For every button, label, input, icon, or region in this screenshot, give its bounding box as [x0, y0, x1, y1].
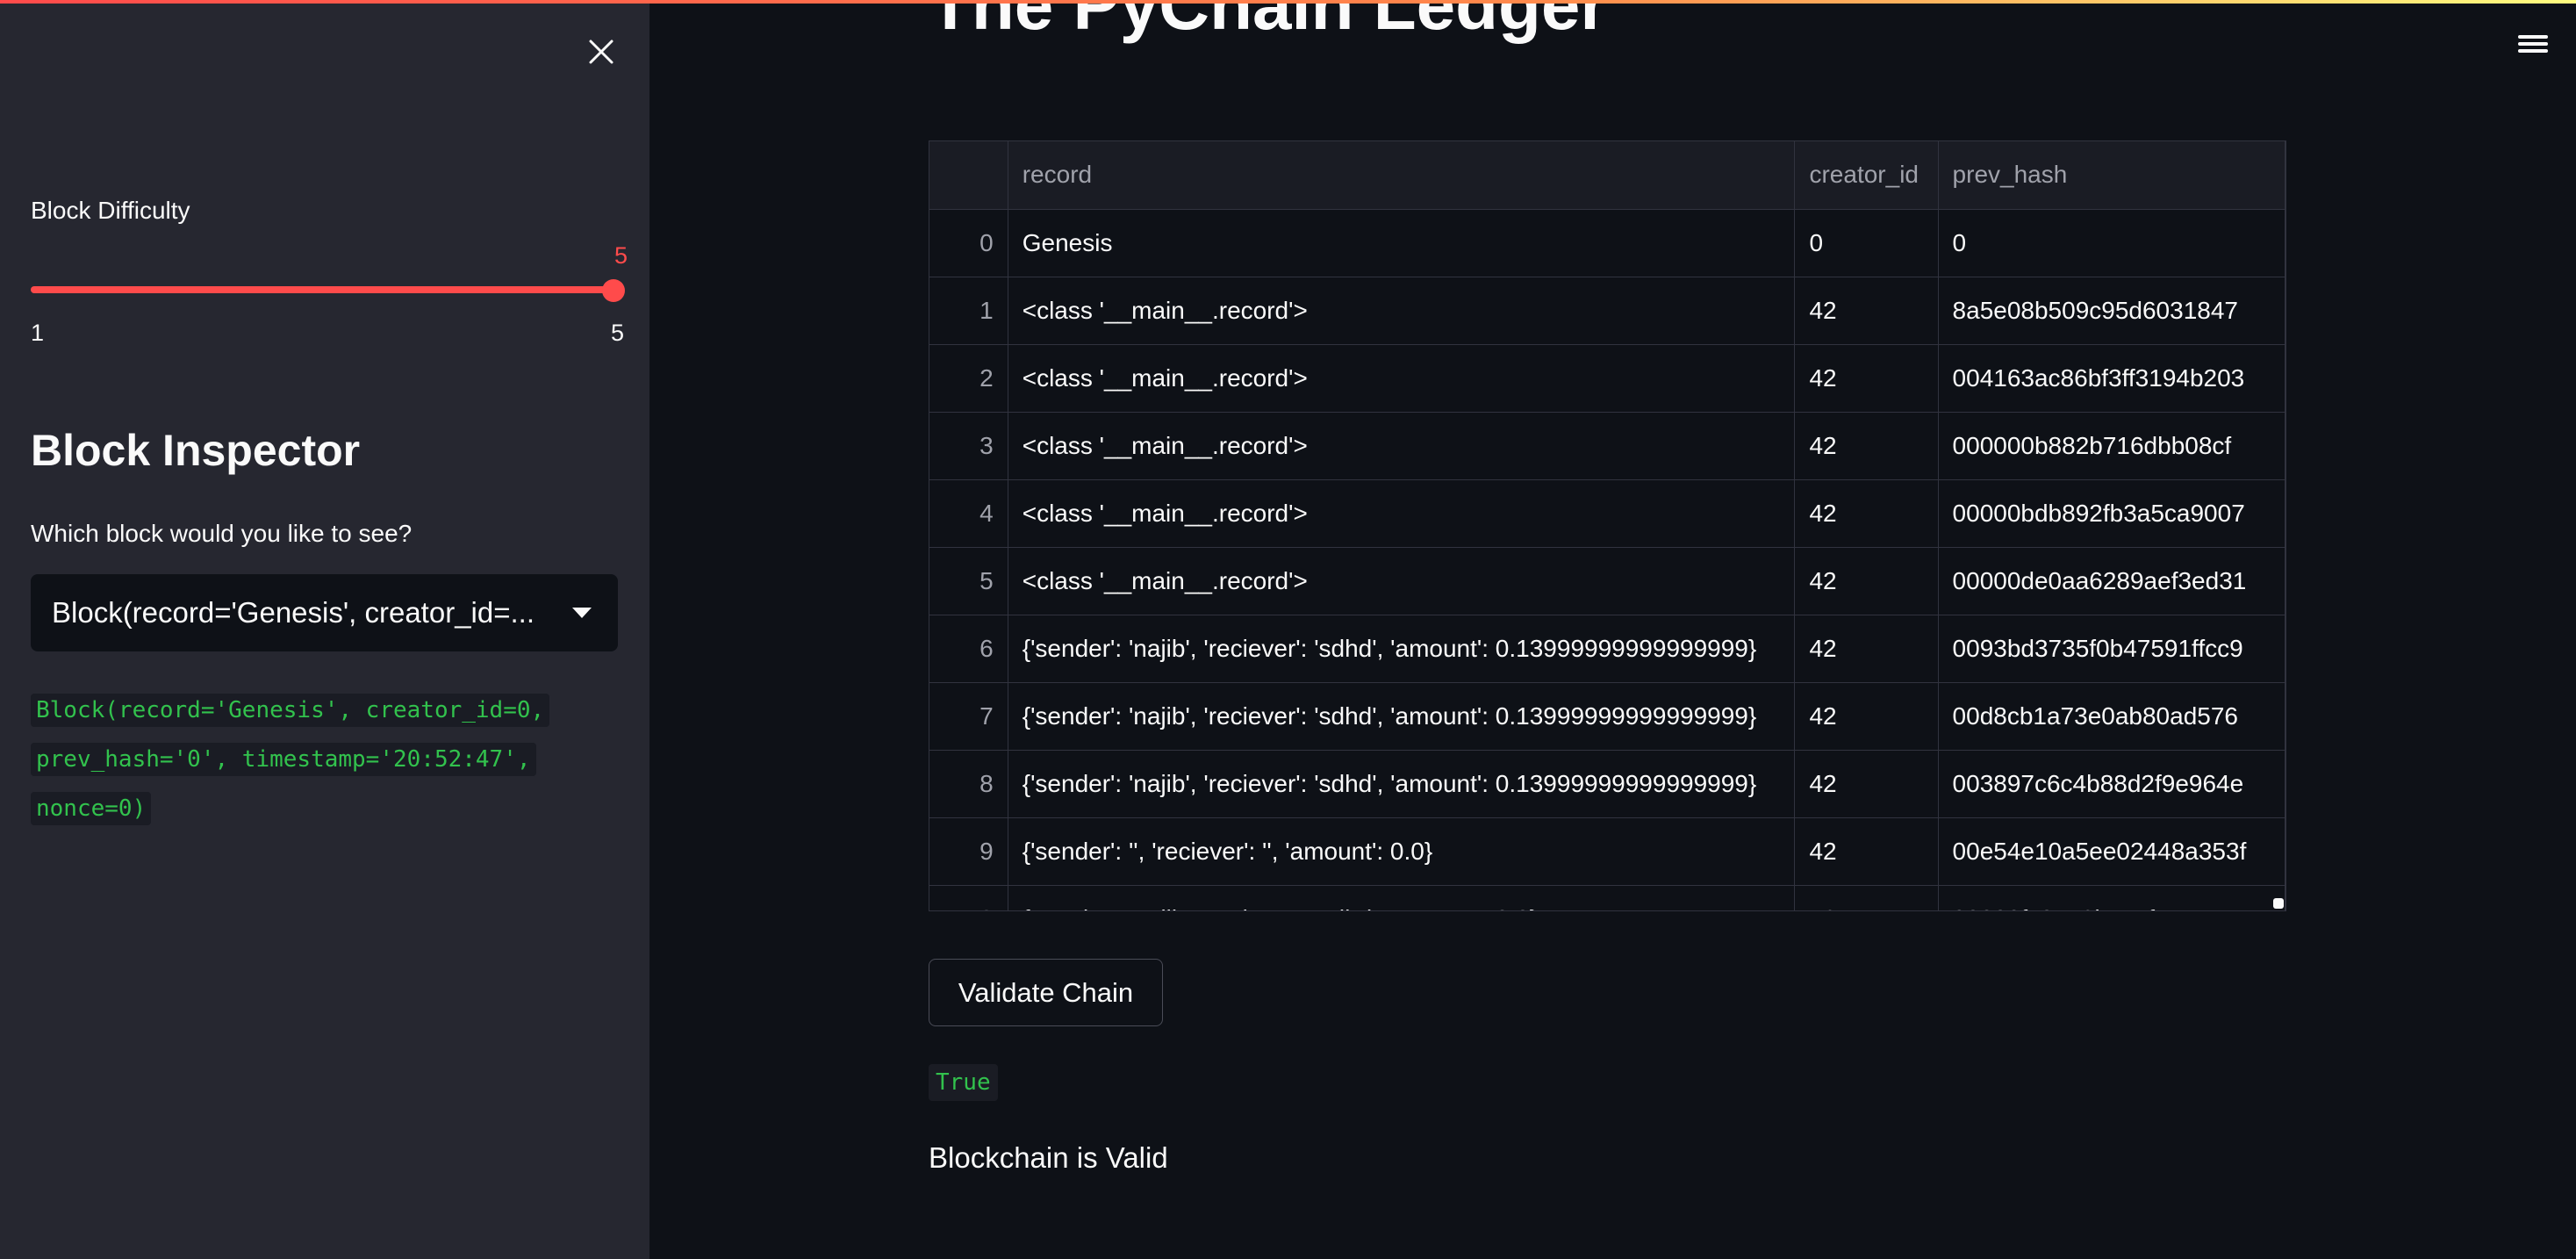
- row-index-cell[interactable]: 1: [929, 277, 1008, 345]
- record-cell[interactable]: {'sender': '', 'reciever': '', 'amount':…: [1008, 817, 1796, 886]
- prev-hash-cell[interactable]: 00d8cb1a73e0ab80ad576: [1938, 682, 2285, 751]
- creator-id-cell[interactable]: 0: [1794, 209, 1939, 277]
- row-index-cell[interactable]: 8: [929, 750, 1008, 818]
- block-select-label: Which block would you like to see?: [31, 520, 413, 547]
- record-cell[interactable]: Genesis: [1008, 209, 1796, 277]
- prev-hash-cell[interactable]: 003897c6c4b88d2f9e964e: [1938, 750, 2285, 818]
- row-index-cell[interactable]: 9: [929, 817, 1008, 886]
- main-menu-button[interactable]: [2515, 32, 2551, 67]
- header-index: [929, 141, 1008, 210]
- table-row[interactable]: 10{'sender': 'najib', 'reciever': 'sdhd'…: [929, 885, 2285, 910]
- slider-max-label: 5: [610, 320, 624, 346]
- record-cell[interactable]: {'sender': 'najib', 'reciever': 'sdhd', …: [1008, 682, 1796, 751]
- record-cell[interactable]: {'sender': 'najib', 'reciever': 'sdhd', …: [1008, 885, 1796, 910]
- block-select-value: Block(record='Genesis', creator_id=...: [52, 596, 535, 629]
- creator-id-cell[interactable]: 42: [1794, 750, 1939, 818]
- menu-bar: [2518, 42, 2548, 46]
- difficulty-slider[interactable]: 5 1 5: [31, 242, 628, 348]
- row-index-cell[interactable]: 6: [929, 615, 1008, 683]
- record-cell[interactable]: <class '__main__.record'>: [1008, 547, 1796, 615]
- code-line: Block(record='Genesis', creator_id=0,: [31, 694, 550, 727]
- table-row[interactable]: 6 {'sender': 'najib', 'reciever': 'sdhd',…: [929, 615, 2285, 683]
- difficulty-label: Block Difficulty: [31, 197, 190, 224]
- header-record[interactable]: record: [1008, 141, 1796, 210]
- sidebar: Block Difficulty 5 1 5 Block Inspector W…: [0, 0, 649, 1259]
- creator-id-cell[interactable]: 42: [1794, 885, 1939, 910]
- creator-id-cell[interactable]: 42: [1794, 412, 1939, 480]
- table-header-row: record creator_id prev_hash: [929, 141, 2285, 210]
- row-index-cell[interactable]: 2: [929, 344, 1008, 413]
- row-index-cell[interactable]: 5: [929, 547, 1008, 615]
- slider-thumb[interactable]: [602, 279, 625, 302]
- prev-hash-cell[interactable]: 0: [1938, 209, 2285, 277]
- block-select[interactable]: Block(record='Genesis', creator_id=...: [31, 574, 618, 651]
- block-code-output: Block(record='Genesis', creator_id=0, pr…: [31, 686, 592, 833]
- code-line: prev_hash='0', timestamp='20:52:47',: [31, 743, 536, 776]
- table-row[interactable]: 9 {'sender': '', 'reciever': '', 'amount'…: [929, 817, 2285, 886]
- table-resize-handle[interactable]: [2273, 898, 2284, 909]
- row-index-cell[interactable]: 0: [929, 209, 1008, 277]
- creator-id-cell[interactable]: 42: [1794, 277, 1939, 345]
- validation-result-text: Blockchain is Valid: [929, 1141, 1168, 1174]
- creator-id-cell[interactable]: 42: [1794, 547, 1939, 615]
- creator-id-cell[interactable]: 42: [1794, 615, 1939, 683]
- table-row[interactable]: 5 <class '__main__.record'> 42 00000de0aa62…: [929, 547, 2285, 615]
- slider-current-value: 5: [614, 242, 628, 269]
- validation-result-code: True: [929, 1064, 998, 1101]
- row-index-cell[interactable]: 10: [929, 885, 1008, 910]
- menu-bar: [2518, 35, 2548, 39]
- validate-chain-button[interactable]: Validate Chain: [929, 959, 1163, 1026]
- table-row[interactable]: 1 <class '__main__.record'> 42 8a5e08b509c9…: [929, 277, 2285, 345]
- ledger-table[interactable]: record creator_id prev_hash 0 Genesis 0 0 1 <…: [929, 140, 2286, 911]
- title-area: The PyChain Ledger: [929, 4, 1719, 100]
- code-line: nonce=0): [31, 792, 152, 825]
- prev-hash-cell[interactable]: 00000bdb892fb3a5ca9007: [1938, 479, 2285, 548]
- chevron-down-icon: [572, 608, 592, 618]
- table-row[interactable]: 4 <class '__main__.record'> 42 00000bdb892f…: [929, 479, 2285, 548]
- prev-hash-cell[interactable]: 00000fc0ea3b4c5fa: [1938, 885, 2285, 910]
- menu-bar: [2518, 49, 2548, 53]
- table-row[interactable]: 8 {'sender': 'najib', 'reciever': 'sdhd',…: [929, 750, 2285, 818]
- prev-hash-cell[interactable]: 8a5e08b509c95d6031847: [1938, 277, 2285, 345]
- record-cell[interactable]: <class '__main__.record'>: [1008, 344, 1796, 413]
- creator-id-cell[interactable]: 42: [1794, 479, 1939, 548]
- record-cell[interactable]: <class '__main__.record'>: [1008, 277, 1796, 345]
- table-row[interactable]: 2 <class '__main__.record'> 42 004163ac86bf…: [929, 344, 2285, 413]
- record-cell[interactable]: {'sender': 'najib', 'reciever': 'sdhd', …: [1008, 615, 1796, 683]
- close-icon: [589, 40, 614, 64]
- row-index-cell[interactable]: 4: [929, 479, 1008, 548]
- header-creator-id[interactable]: creator_id: [1794, 141, 1939, 210]
- prev-hash-cell[interactable]: 000000b882b716dbb08cf: [1938, 412, 2285, 480]
- creator-id-cell[interactable]: 42: [1794, 344, 1939, 413]
- record-cell[interactable]: <class '__main__.record'>: [1008, 479, 1796, 548]
- header-prev-hash[interactable]: prev_hash: [1938, 141, 2285, 210]
- table-row[interactable]: 0 Genesis 0 0: [929, 209, 2285, 277]
- prev-hash-cell[interactable]: 004163ac86bf3ff3194b203: [1938, 344, 2285, 413]
- block-inspector-heading: Block Inspector: [31, 426, 361, 475]
- record-cell[interactable]: <class '__main__.record'>: [1008, 412, 1796, 480]
- close-sidebar-button[interactable]: [581, 32, 621, 72]
- prev-hash-cell[interactable]: 00000de0aa6289aef3ed31: [1938, 547, 2285, 615]
- slider-track[interactable]: [31, 286, 619, 293]
- slider-min-label: 1: [31, 320, 45, 346]
- creator-id-cell[interactable]: 42: [1794, 682, 1939, 751]
- record-cell[interactable]: {'sender': 'najib', 'reciever': 'sdhd', …: [1008, 750, 1796, 818]
- creator-id-cell[interactable]: 42: [1794, 817, 1939, 886]
- page-title: The PyChain Ledger: [929, 4, 1608, 44]
- table-row[interactable]: 7 {'sender': 'najib', 'reciever': 'sdhd',…: [929, 682, 2285, 751]
- prev-hash-cell[interactable]: 00e54e10a5ee02448a353f: [1938, 817, 2285, 886]
- row-index-cell[interactable]: 7: [929, 682, 1008, 751]
- row-index-cell[interactable]: 3: [929, 412, 1008, 480]
- top-decoration-bar: [0, 0, 2576, 4]
- prev-hash-cell[interactable]: 0093bd3735f0b47591ffcc9: [1938, 615, 2285, 683]
- table-row[interactable]: 3 <class '__main__.record'> 42 000000b882b7…: [929, 412, 2285, 480]
